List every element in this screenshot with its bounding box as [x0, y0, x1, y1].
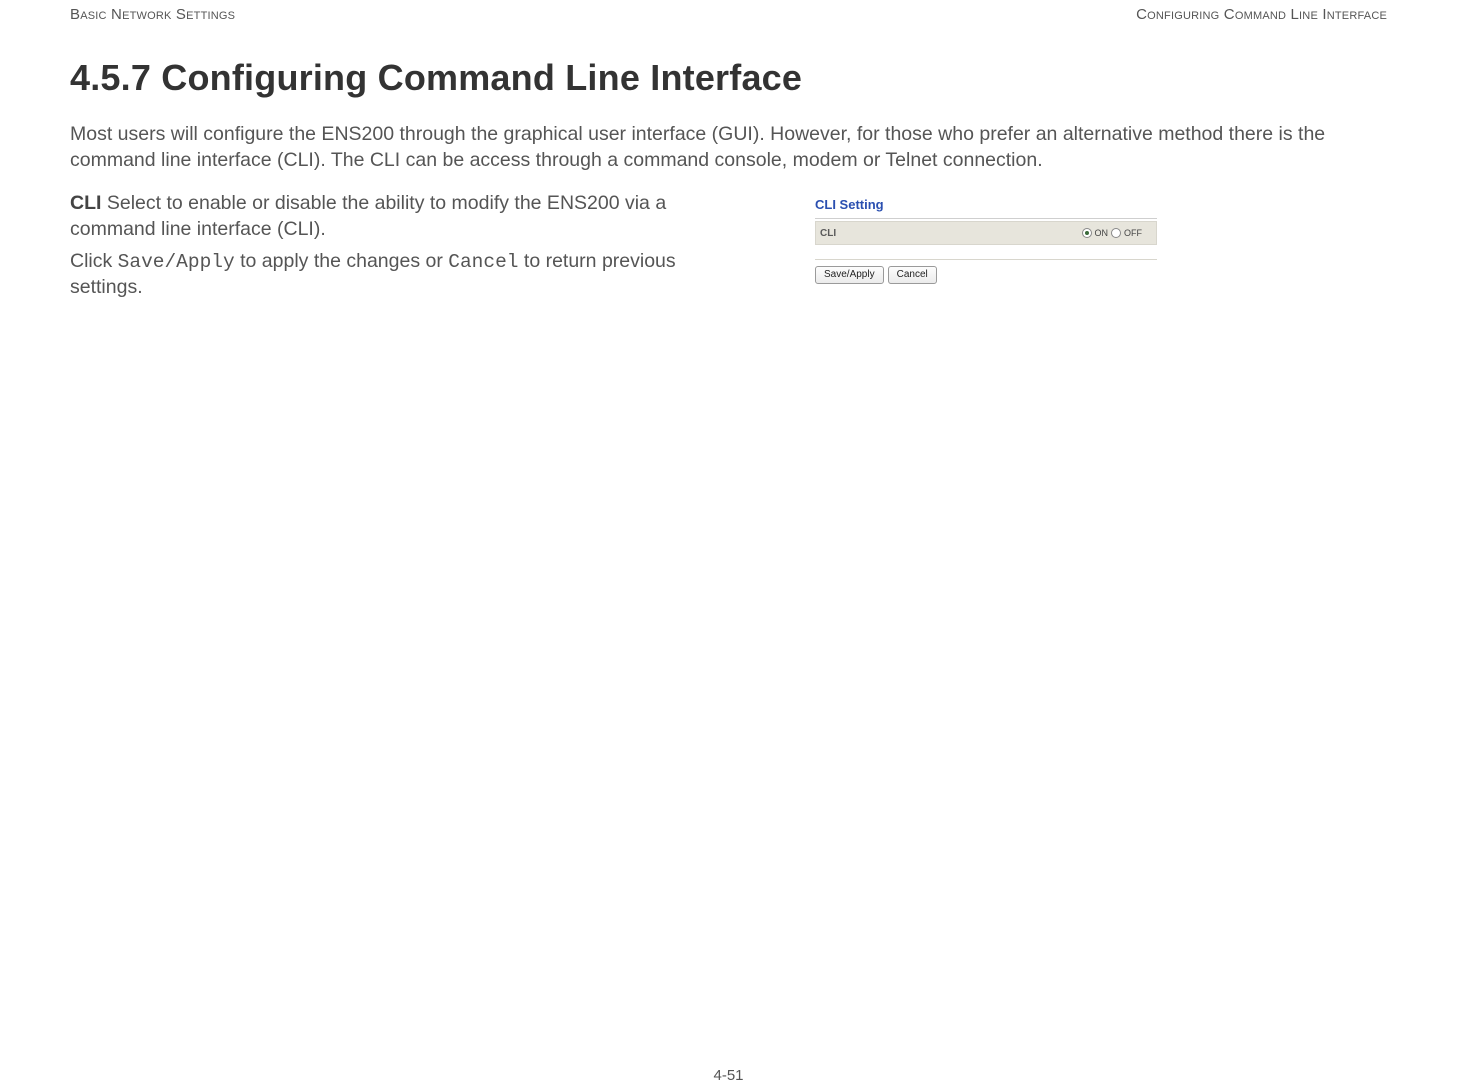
cancel-button[interactable]: Cancel	[888, 266, 937, 284]
page: Basic Network Settings Configuring Comma…	[0, 0, 1457, 1090]
panel-divider	[815, 259, 1157, 260]
cli-row-value: ON OFF	[1082, 228, 1157, 238]
header-left: Basic Network Settings	[70, 6, 235, 23]
radio-off-label: OFF	[1124, 228, 1142, 238]
button-bar: Save/Apply Cancel	[815, 266, 1157, 284]
header-right: Configuring Command Line Interface	[1136, 6, 1387, 23]
cli-term: CLI	[70, 192, 101, 214]
radio-on-label: ON	[1095, 228, 1109, 238]
cli-description: CLI Select to enable or disable the abil…	[70, 191, 705, 242]
intro-paragraph: Most users will configure the ENS200 thr…	[70, 121, 1387, 173]
radio-off[interactable]	[1111, 228, 1121, 238]
save-apply-button[interactable]: Save/Apply	[815, 266, 884, 284]
save-apply-mono: Save/Apply	[118, 251, 235, 273]
running-header: Basic Network Settings Configuring Comma…	[70, 6, 1387, 23]
cancel-mono: Cancel	[448, 251, 518, 273]
apply-instruction: Click Save/Apply to apply the changes or…	[70, 249, 705, 301]
body-row: CLI Select to enable or disable the abil…	[70, 191, 1387, 307]
apply-mid: to apply the changes or	[235, 250, 449, 272]
page-footer: 4-51	[0, 1067, 1457, 1084]
cli-setting-figure: CLI Setting CLI ON OFF Save/Apply Cancel	[815, 197, 1157, 307]
section-number: 4.5.7	[70, 57, 151, 98]
section-heading: 4.5.7 Configuring Command Line Interface	[70, 57, 1387, 99]
section-title: Configuring Command Line Interface	[161, 57, 802, 98]
cli-row-label: CLI	[816, 228, 1082, 239]
cli-desc: Select to enable or disable the ability …	[70, 192, 666, 240]
apply-pre: Click	[70, 250, 118, 272]
page-number: 4-51	[713, 1067, 743, 1084]
panel-title: CLI Setting	[815, 197, 1157, 219]
body-text: CLI Select to enable or disable the abil…	[70, 191, 705, 307]
radio-on[interactable]	[1082, 228, 1092, 238]
cli-row: CLI ON OFF	[815, 221, 1157, 245]
